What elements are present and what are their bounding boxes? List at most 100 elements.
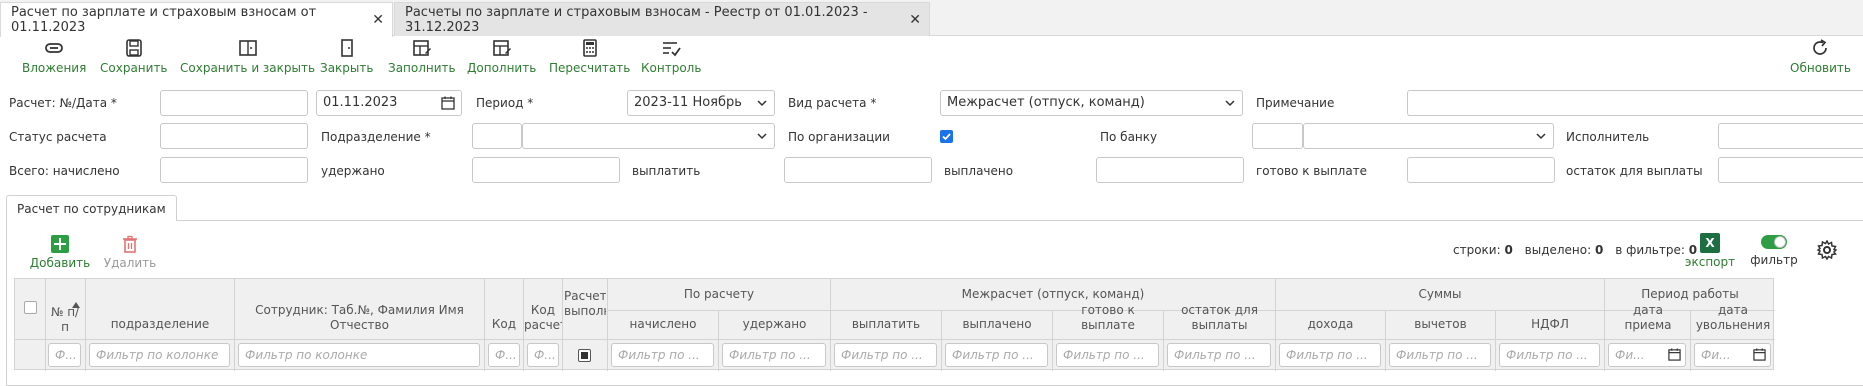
tab-employees-calc[interactable]: Расчет по сотрудникам (6, 195, 177, 221)
select-all-checkbox[interactable] (24, 301, 37, 314)
to-pay-label: выплатить (632, 164, 701, 178)
rows-label: строки: (1453, 243, 1501, 257)
save-and-close-button[interactable]: Сохранить и закрыть (180, 38, 315, 75)
division-label: Подразделение * (321, 130, 431, 144)
col-calc-code-header[interactable]: Код расчета (524, 303, 562, 333)
ready-input[interactable] (1407, 157, 1555, 183)
calendar-icon[interactable] (1753, 348, 1766, 361)
total-accrued-input[interactable] (160, 157, 308, 183)
tab-registry[interactable]: Расчеты по зарплате и страховым взносам … (394, 2, 930, 36)
selected-value: 0 (1595, 243, 1604, 257)
checkmark-icon (942, 133, 951, 141)
close-button[interactable]: Закрыть (320, 38, 373, 75)
calc-type-select[interactable]: Межрасчет (отпуск, команд) (940, 90, 1243, 116)
tab-salary-calculation[interactable]: Расчет по зарплате и страховым взносам о… (0, 2, 393, 37)
bank-code-input[interactable] (1252, 123, 1303, 149)
group-interim-header: Межрасчет (отпуск, команд) (961, 287, 1145, 301)
calc-date-input[interactable]: 01.11.2023 (316, 90, 462, 116)
col-withheld-header[interactable]: удержано (719, 317, 830, 332)
excel-icon: X (1700, 233, 1720, 253)
close-icon[interactable]: ✕ (909, 12, 921, 28)
division-code-input[interactable] (472, 123, 522, 149)
filter-income[interactable]: Фильтр по ... (1279, 343, 1381, 367)
bank-select[interactable] (1303, 123, 1554, 149)
withheld-input[interactable] (472, 157, 620, 183)
fill-table-icon (413, 40, 431, 56)
paid-input[interactable] (1096, 157, 1244, 183)
append-table-icon (492, 40, 511, 56)
paperclip-icon (45, 43, 64, 53)
gear-icon[interactable] (1817, 240, 1837, 260)
sort-up-icon[interactable] (71, 301, 81, 309)
close-icon[interactable]: ✕ (372, 12, 384, 28)
filter-toggle[interactable]: фильтр (1750, 235, 1798, 267)
filter-deductions[interactable]: Фильтр по ... (1389, 343, 1491, 367)
col-to-pay-header[interactable]: выплатить (831, 317, 941, 332)
attachments-button[interactable]: Вложения (22, 38, 86, 75)
recalculate-button[interactable]: Пересчитать (549, 38, 630, 75)
chevron-down-icon (757, 133, 767, 140)
filter-code[interactable]: Ф... (488, 343, 520, 367)
export-button[interactable]: X экспорт (1685, 233, 1735, 269)
col-ndfl-header[interactable]: НДФЛ (1496, 317, 1604, 332)
col-accrued-header[interactable]: начислено (608, 317, 718, 332)
filter-division[interactable]: Фильтр по колонке (89, 343, 230, 367)
remaining-input[interactable] (1718, 157, 1863, 183)
grid-counters: строки: 0 выделено: 0 в фильтре: 0 (1453, 243, 1697, 257)
door-icon (340, 39, 353, 57)
period-select[interactable]: 2023-11 Ноябрь (627, 90, 775, 116)
to-pay-input[interactable] (784, 157, 932, 183)
filter-done-checkbox[interactable] (578, 349, 591, 362)
col-employee-header[interactable]: Сотрудник: Таб.№, Фамилия Имя Отчество (237, 303, 482, 333)
col-hire-header[interactable]: дата приема (1609, 303, 1687, 333)
refresh-button[interactable]: Обновить (1790, 38, 1851, 75)
note-input[interactable] (1407, 90, 1863, 116)
executor-input[interactable] (1718, 123, 1863, 149)
subtab-label: Расчет по сотрудникам (17, 201, 166, 216)
infilter-label: в фильтре: (1615, 243, 1685, 257)
col-code-header[interactable]: Код (485, 317, 523, 332)
division-select[interactable] (522, 123, 775, 149)
tab-label: Расчет по зарплате и страховым взносам о… (11, 5, 317, 35)
delete-row-button[interactable]: Удалить (104, 235, 156, 270)
chevron-down-icon (1225, 100, 1235, 107)
paid-label: выплачено (944, 164, 1014, 178)
col-paid-header[interactable]: выплачено (942, 317, 1052, 332)
filter-accrued[interactable]: Фильтр по ... (611, 343, 714, 367)
calc-number-input[interactable] (160, 90, 308, 116)
filter-paid[interactable]: Фильтр по ... (945, 343, 1048, 367)
by-org-checkbox[interactable] (940, 130, 953, 143)
status-input[interactable] (160, 123, 308, 149)
filter-calc-code[interactable]: Ф... (527, 343, 559, 367)
fill-button[interactable]: Заполнить (388, 38, 456, 75)
col-ready-header[interactable]: готово к выплате (1053, 303, 1163, 333)
append-button[interactable]: Дополнить (467, 38, 536, 75)
col-deductions-header[interactable]: вычетов (1386, 317, 1495, 332)
filter-employee[interactable]: Фильтр по колонке (238, 343, 480, 367)
period-value: 2023-11 Ноябрь (634, 95, 742, 110)
filter-remaining[interactable]: Фильтр по ... (1167, 343, 1271, 367)
col-remaining-header[interactable]: остаток для выплаты (1164, 303, 1275, 333)
col-income-header[interactable]: дохода (1276, 317, 1385, 332)
tab-label: Расчеты по зарплате и страховым взносам … (405, 4, 868, 35)
toolbar: Вложения Сохранить Сохранить и закрыть З… (0, 38, 1863, 82)
filter-withheld[interactable]: Фильтр по ... (722, 343, 826, 367)
filter-to-pay[interactable]: Фильтр по ... (834, 343, 937, 367)
col-done-header[interactable]: Расчет выполнен (564, 289, 606, 319)
control-button[interactable]: Контроль (641, 38, 701, 75)
note-label: Примечание (1256, 96, 1335, 110)
col-num-header[interactable]: № п/п (49, 305, 81, 335)
filter-num[interactable]: Ф... (48, 343, 81, 367)
col-fire-header[interactable]: дата увольнения (1693, 303, 1773, 333)
save-button[interactable]: Сохранить (100, 38, 168, 75)
col-division-header[interactable]: подразделение (86, 317, 234, 332)
calc-date-value: 01.11.2023 (323, 95, 398, 110)
calculator-icon (582, 39, 597, 57)
add-row-button[interactable]: Добавить (30, 235, 90, 270)
calendar-icon[interactable] (1668, 348, 1681, 361)
selected-label: выделено: (1524, 243, 1592, 257)
calendar-icon[interactable] (441, 96, 455, 110)
period-label: Период * (476, 96, 534, 110)
filter-ndfl[interactable]: Фильтр по ... (1499, 343, 1600, 367)
filter-ready[interactable]: Фильтр по ... (1056, 343, 1159, 367)
